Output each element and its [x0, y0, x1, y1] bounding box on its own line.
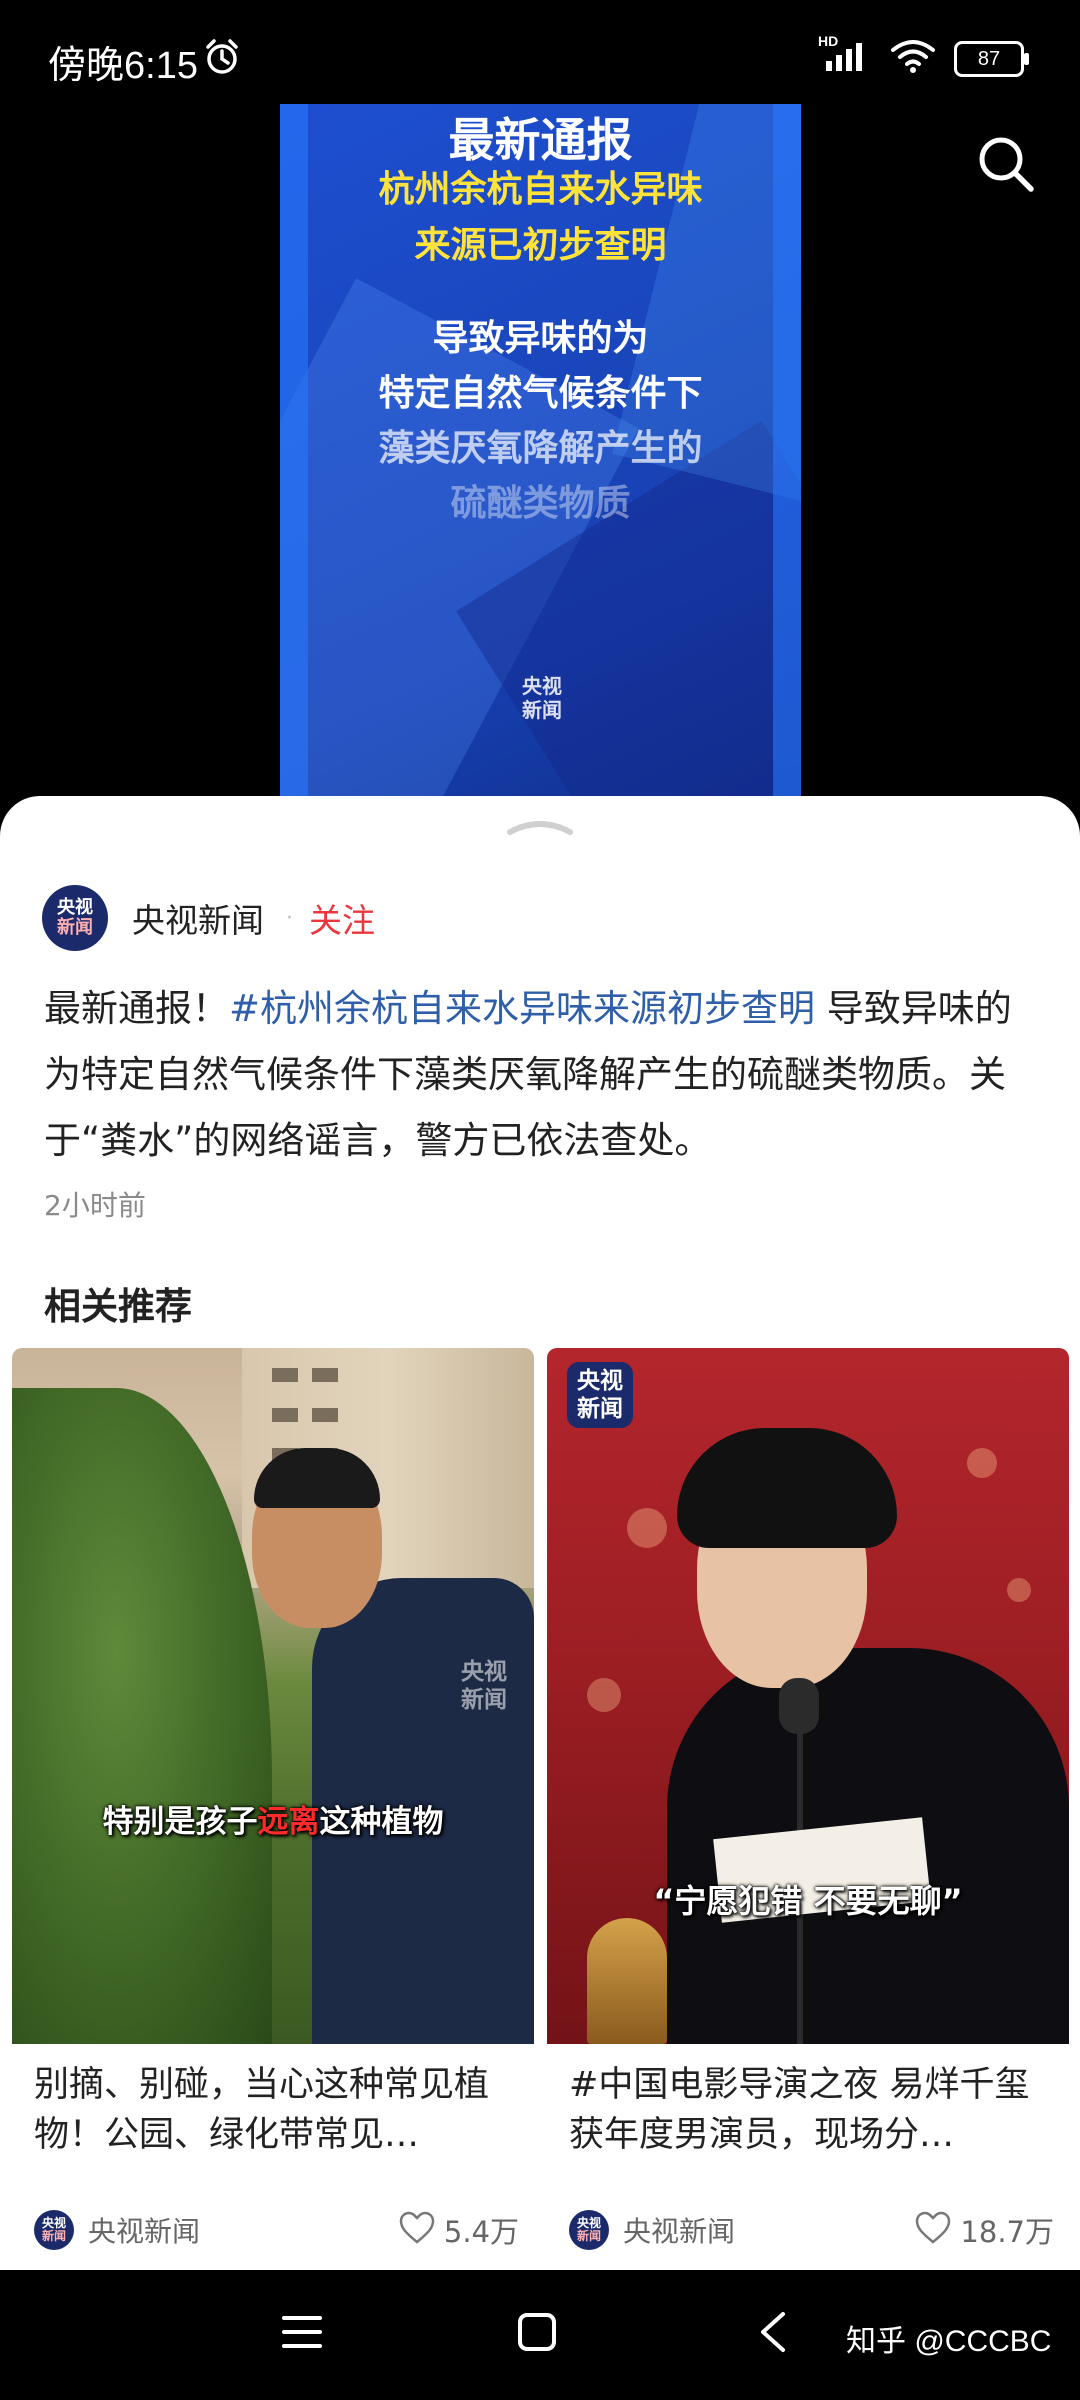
cctv-watermark: 央视 新闻: [461, 1659, 507, 1713]
news-poster-image: 最新通报 杭州余杭自来水异味 来源已初步查明 导致异味的为 特定自然气候条件下 …: [280, 104, 801, 804]
card-footer: 央视 新闻 央视新闻 5.4万: [34, 2208, 519, 2252]
menu-icon[interactable]: [280, 2310, 324, 2358]
card-author-avatar[interactable]: 央视 新闻: [34, 2210, 74, 2250]
card-title[interactable]: 别摘、别碰，当心这种常见植物！公园、绿化带常见…: [34, 2060, 514, 2160]
card-author-avatar[interactable]: 央视 新闻: [569, 2210, 609, 2250]
card-author-name[interactable]: 央视新闻: [88, 2210, 398, 2250]
follow-button[interactable]: 关注: [309, 894, 375, 942]
poster-subtitle-1: 杭州余杭自来水异味: [378, 169, 703, 210]
status-time: 傍晚6:15: [48, 45, 198, 87]
related-section-title: 相关推荐: [44, 1285, 192, 1328]
video-player[interactable]: 最新通报 杭州余杭自来水异味 来源已初步查明 导致异味的为 特定自然气候条件下 …: [0, 104, 1080, 804]
like-count: 5.4万: [443, 2215, 519, 2249]
poster-body-1: 导致异味的为: [432, 318, 649, 359]
video-caption: 特别是孩子远离这种植物: [102, 1804, 444, 1840]
author-row: 央视 新闻 央视新闻 · 关注: [42, 884, 375, 952]
post-text-prefix: 最新通报！: [44, 987, 229, 1030]
home-icon[interactable]: [515, 2310, 559, 2358]
heart-icon[interactable]: [914, 2211, 952, 2249]
alarm-icon: [203, 38, 241, 81]
cctv-logo-badge: 央视 新闻: [567, 1362, 633, 1428]
poster-body-4: 硫醚类物质: [450, 483, 631, 524]
poster-subtitle-2: 来源已初步查明: [414, 225, 667, 266]
like-count: 18.7万: [960, 2215, 1054, 2249]
watermark-text: 知乎 @CCCBC: [846, 2325, 1052, 2358]
author-name[interactable]: 央视新闻: [132, 894, 264, 942]
related-video-card[interactable]: 央视 新闻 “宁愿犯错 不要无聊” #中国电影导演之夜 易烊千玺获年度男演员，现场…: [547, 1348, 1069, 2270]
status-bar: 傍晚6:15 HD 87: [0, 0, 1080, 104]
post-timestamp: 2小时前: [44, 1189, 146, 1222]
card-title[interactable]: #中国电影导演之夜 易烊千玺获年度男演员，现场分…: [569, 2060, 1049, 2160]
status-indicators: HD 87: [818, 33, 1029, 79]
poster-body-2: 特定自然气候条件下: [378, 373, 703, 414]
card-footer: 央视 新闻 央视新闻 18.7万: [569, 2208, 1054, 2252]
heart-icon[interactable]: [398, 2211, 436, 2249]
post-text: 最新通报！#杭州余杭自来水异味来源初步查明 导致异味的为特定自然气候条件下藻类厌…: [44, 976, 1034, 1174]
video-thumbnail[interactable]: 央视 新闻 “宁愿犯错 不要无聊”: [547, 1348, 1069, 2044]
card-author-name[interactable]: 央视新闻: [623, 2210, 914, 2250]
battery-indicator: 87: [954, 40, 1029, 77]
hashtag-link[interactable]: #杭州余杭自来水异味来源初步查明: [229, 987, 815, 1030]
separator-dot: ·: [286, 905, 293, 931]
video-caption: “宁愿犯错 不要无聊”: [653, 1882, 963, 1920]
poster-cctv-logo: 央视 新闻: [522, 674, 562, 722]
network-label: HD: [818, 33, 839, 49]
video-thumbnail[interactable]: 央视 新闻 特别是孩子远离这种植物: [12, 1348, 534, 2044]
wifi-icon: [890, 38, 936, 79]
back-icon[interactable]: [755, 2308, 791, 2360]
search-icon[interactable]: [976, 134, 1036, 198]
system-nav-bar: 知乎 @CCCBC: [0, 2270, 1080, 2400]
related-video-card[interactable]: 央视 新闻 特别是孩子远离这种植物 别摘、别碰，当心这种常见植物！公园、绿化带常见…: [12, 1348, 534, 2270]
author-avatar[interactable]: 央视 新闻: [42, 885, 108, 951]
post-detail-sheet: 央视 新闻 央视新闻 · 关注 最新通报！#杭州余杭自来水异味来源初步查明 导致异…: [0, 796, 1080, 2270]
sheet-drag-handle[interactable]: [506, 816, 574, 842]
poster-body-3: 藻类厌氧降解产生的: [378, 428, 703, 469]
signal-icon: HD: [818, 33, 872, 78]
